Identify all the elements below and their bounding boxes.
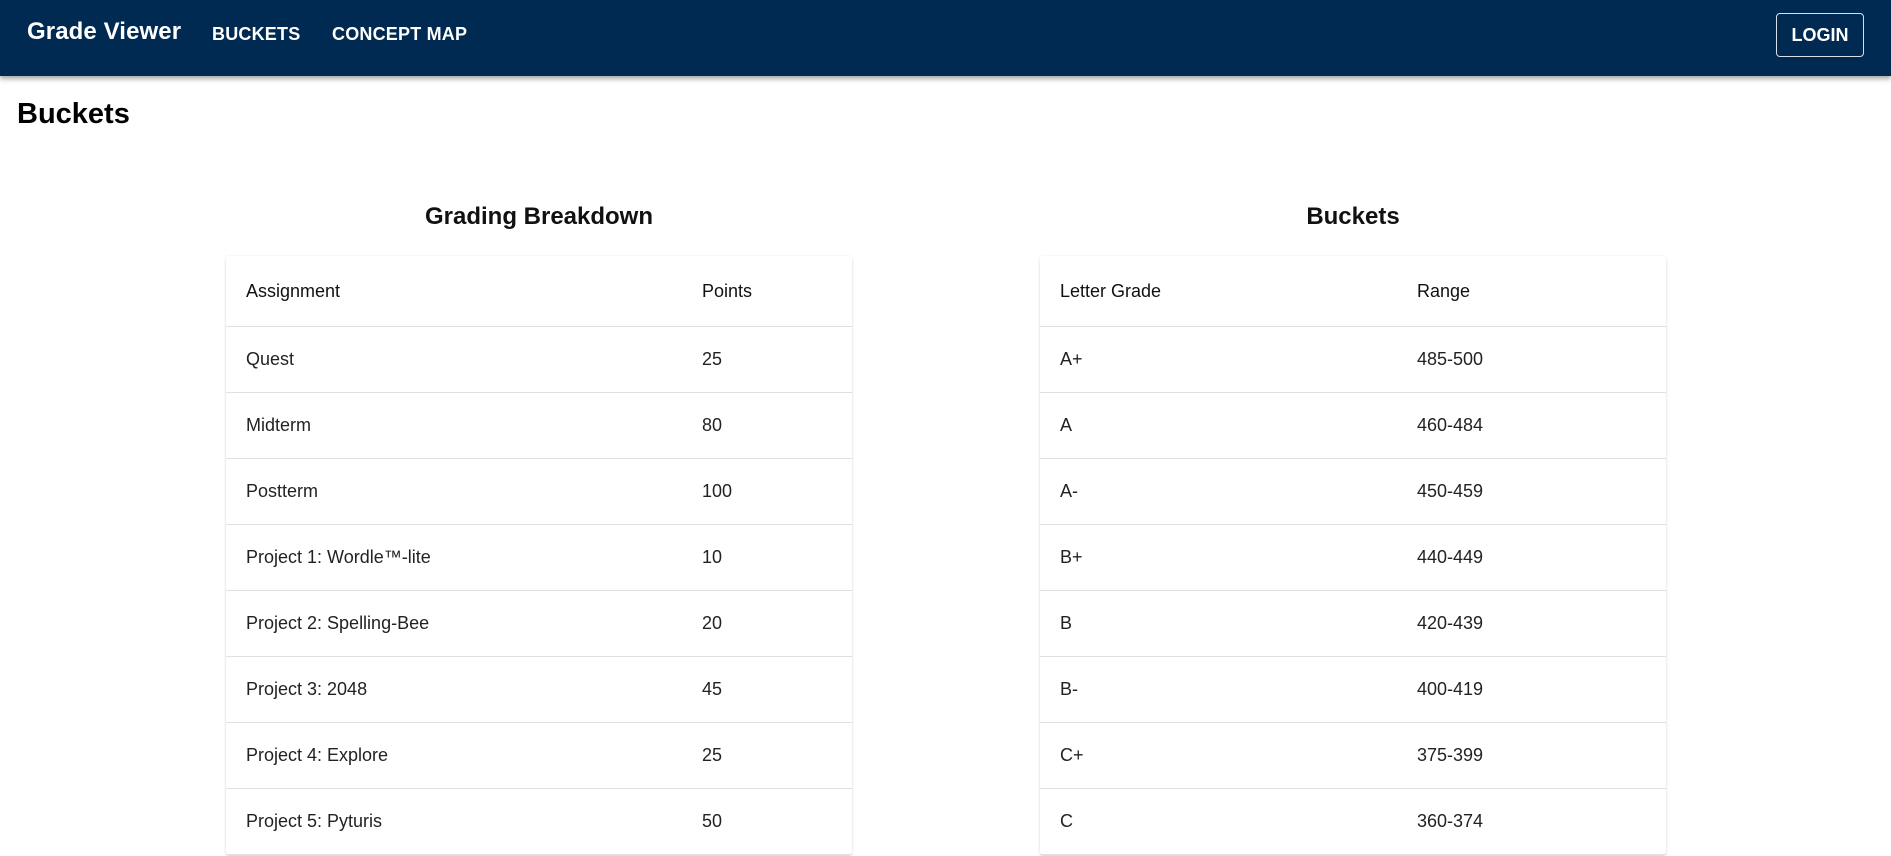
table-row: Project 3: 2048 45 <box>226 656 852 723</box>
table-row: Project 2: Spelling-Bee 20 <box>226 590 852 657</box>
points-cell: 10 <box>682 524 852 591</box>
nav-concept-map-button[interactable]: CONCEPT MAP <box>332 24 467 45</box>
range-cell: 400-419 <box>1397 656 1666 723</box>
range-cell: 485-500 <box>1397 326 1666 393</box>
buckets-title: Buckets <box>1306 203 1400 230</box>
letter-grade-cell: A+ <box>1040 326 1397 393</box>
letter-grade-cell: A <box>1040 392 1397 459</box>
table-row: A- 450-459 <box>1040 458 1666 525</box>
table-row: A 460-484 <box>1040 392 1666 459</box>
points-cell: 100 <box>682 458 852 525</box>
assignment-cell: Project 2: Spelling-Bee <box>226 590 682 657</box>
grading-breakdown-table: Assignment Points Quest 25 Midterm 80 Po… <box>226 256 852 855</box>
nav-buckets-button[interactable]: BUCKETS <box>212 24 300 45</box>
range-cell: 420-439 <box>1397 590 1666 657</box>
buckets-table: Letter Grade Range A+ 485-500 A 460-484 … <box>1040 256 1666 855</box>
table-row: Project 1: Wordle™-lite 10 <box>226 524 852 591</box>
column-header-letter-grade: Letter Grade <box>1040 256 1397 327</box>
points-cell: 80 <box>682 392 852 459</box>
range-cell: 450-459 <box>1397 458 1666 525</box>
table-row: C+ 375-399 <box>1040 722 1666 789</box>
range-cell: 440-449 <box>1397 524 1666 591</box>
letter-grade-cell: C <box>1040 788 1397 855</box>
assignment-cell: Quest <box>226 326 682 393</box>
letter-grade-cell: B+ <box>1040 524 1397 591</box>
points-cell: 45 <box>682 656 852 723</box>
assignment-cell: Project 1: Wordle™-lite <box>226 524 682 591</box>
letter-grade-cell: C+ <box>1040 722 1397 789</box>
assignment-cell: Midterm <box>226 392 682 459</box>
app-brand[interactable]: Grade Viewer <box>27 18 181 46</box>
letter-grade-cell: A- <box>1040 458 1397 525</box>
points-cell: 25 <box>682 326 852 393</box>
letter-grade-cell: B <box>1040 590 1397 657</box>
table-row: Midterm 80 <box>226 392 852 459</box>
table-row: Postterm 100 <box>226 458 852 525</box>
table-row: B 420-439 <box>1040 590 1666 657</box>
table-row: C 360-374 <box>1040 788 1666 855</box>
range-cell: 360-374 <box>1397 788 1666 855</box>
page-title: Buckets <box>17 98 130 130</box>
grading-breakdown-table-card: Assignment Points Quest 25 Midterm 80 Po… <box>226 256 852 855</box>
column-header-range: Range <box>1397 256 1666 327</box>
table-row: Project 5: Pyturis 50 <box>226 788 852 855</box>
table-header-row: Assignment Points <box>226 256 852 327</box>
table-row: A+ 485-500 <box>1040 326 1666 393</box>
table-header-row: Letter Grade Range <box>1040 256 1666 327</box>
table-row: Quest 25 <box>226 326 852 393</box>
points-cell: 20 <box>682 590 852 657</box>
assignment-cell: Project 3: 2048 <box>226 656 682 723</box>
grading-breakdown-title: Grading Breakdown <box>424 203 654 230</box>
assignment-cell: Project 5: Pyturis <box>226 788 682 855</box>
column-header-assignment: Assignment <box>226 256 682 327</box>
assignment-cell: Project 4: Explore <box>226 722 682 789</box>
buckets-table-card: Letter Grade Range A+ 485-500 A 460-484 … <box>1040 256 1666 855</box>
range-cell: 375-399 <box>1397 722 1666 789</box>
points-cell: 25 <box>682 722 852 789</box>
column-header-points: Points <box>682 256 852 327</box>
points-cell: 50 <box>682 788 852 855</box>
table-row: B- 400-419 <box>1040 656 1666 723</box>
app-bar: Grade Viewer BUCKETS CONCEPT MAP LOGIN <box>0 0 1891 76</box>
letter-grade-cell: B- <box>1040 656 1397 723</box>
login-button[interactable]: LOGIN <box>1776 13 1864 57</box>
assignment-cell: Postterm <box>226 458 682 525</box>
range-cell: 460-484 <box>1397 392 1666 459</box>
table-row: B+ 440-449 <box>1040 524 1666 591</box>
table-row: Project 4: Explore 25 <box>226 722 852 789</box>
